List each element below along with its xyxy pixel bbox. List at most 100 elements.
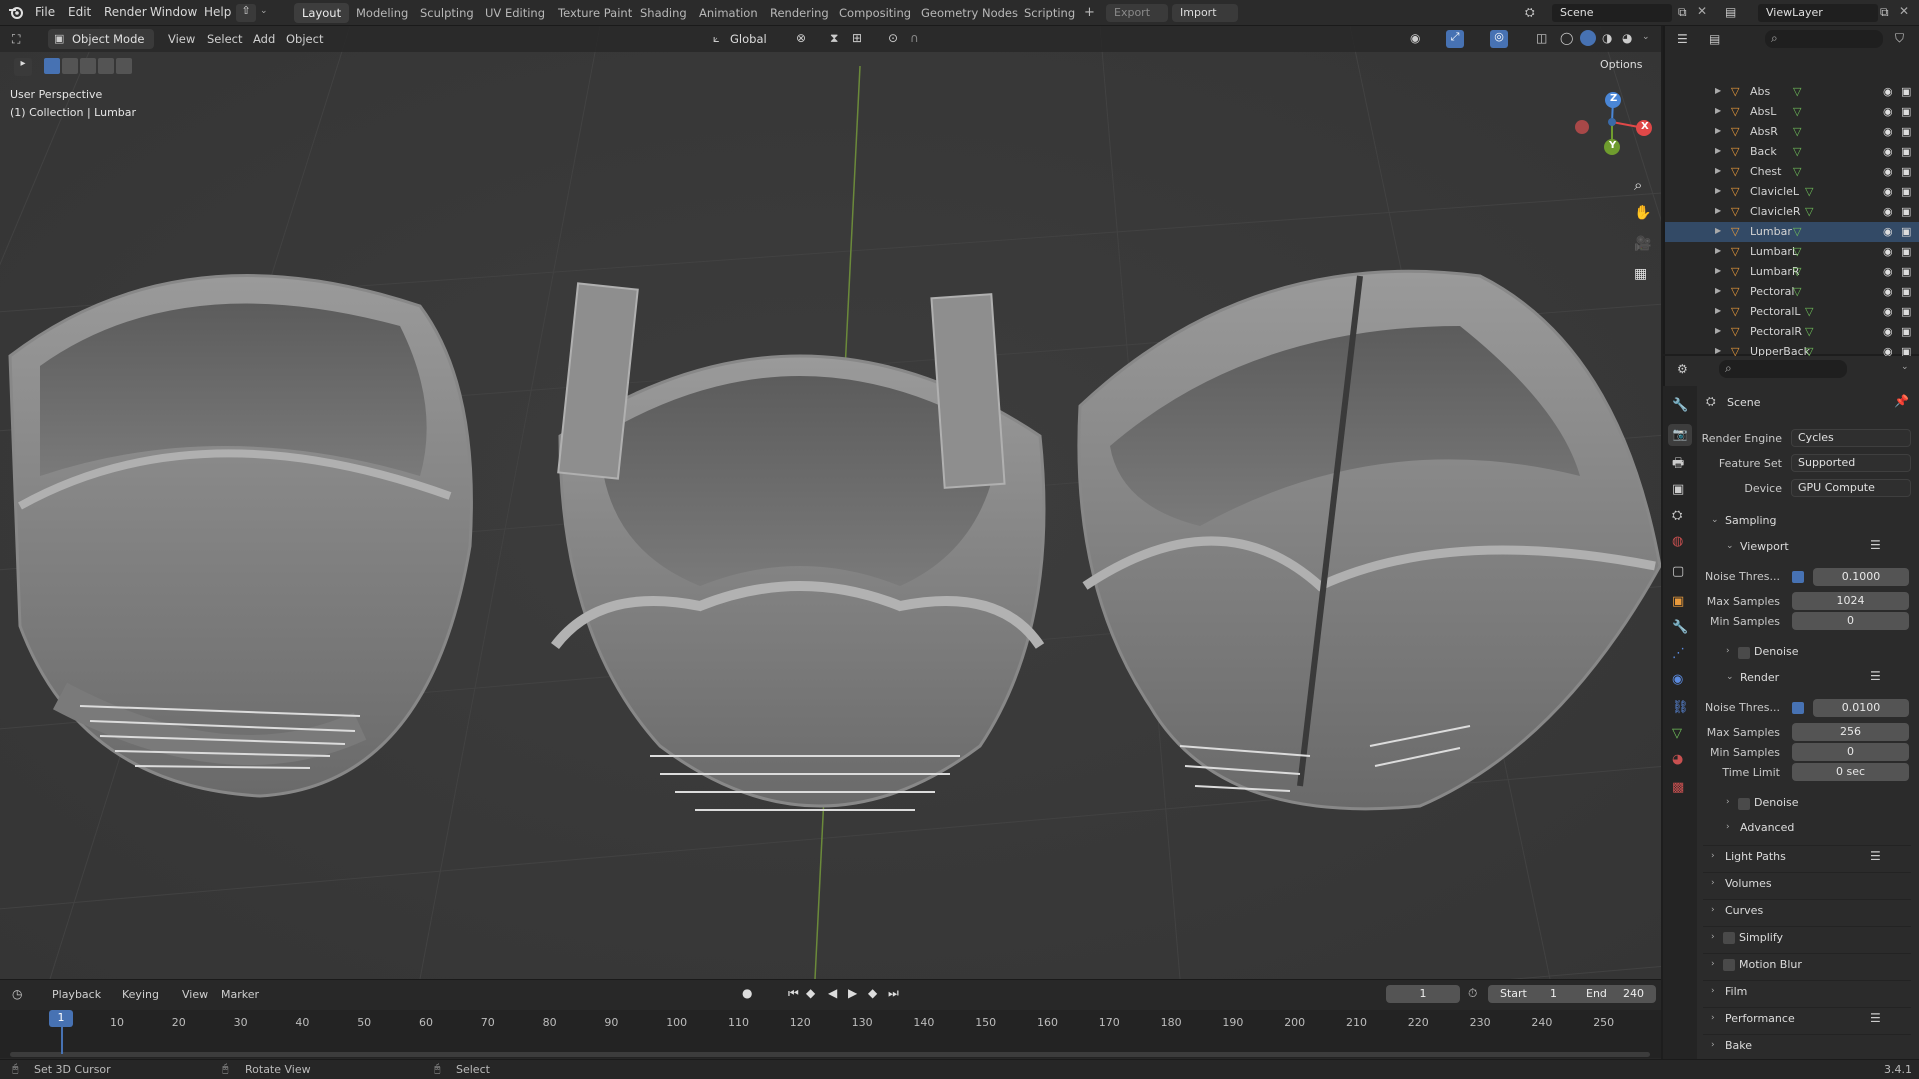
jump-end-icon[interactable]: ⏭ [888,986,899,1001]
camera-icon[interactable]: ▣ [1901,305,1911,318]
scene-tab-icon[interactable]: ⛭ [1672,508,1682,523]
menu-view[interactable]: View [168,32,195,46]
viewport-noise-field[interactable]: 0.1000 [1813,568,1909,586]
mesh-data-icon[interactable]: ▽ [1805,325,1813,338]
menu-timeline-view[interactable]: View [182,988,208,1001]
mesh-data-icon[interactable]: ▽ [1793,165,1801,178]
mesh-data-icon[interactable]: ▽ [1793,245,1801,258]
view-layer-selector[interactable]: ViewLayer [1758,4,1878,22]
expand-arrow-icon[interactable]: ▶ [1715,246,1721,255]
rendered-shading-icon[interactable]: ◕ [1622,31,1632,45]
menu-help[interactable]: Help [204,5,231,19]
camera-icon[interactable]: ▣ [1901,125,1911,138]
menu-file[interactable]: File [35,5,55,19]
select-mode-new-icon[interactable] [44,58,60,74]
outliner-item[interactable]: ▶ ▽ ClavicleR ▽ ◉ ▣ [1665,202,1919,222]
navigation-gizmo[interactable]: X Z Y [1568,92,1652,172]
render-noise-checkbox[interactable] [1792,702,1804,714]
play-reverse-icon[interactable]: ◀ [828,986,837,1000]
properties-editor-icon[interactable]: ⚙ [1677,362,1688,376]
expand-arrow-icon[interactable]: ▶ [1715,106,1721,115]
panel-curves[interactable]: › Curves [1703,899,1911,921]
tool-tab-icon[interactable]: 🔧 [1672,398,1688,413]
eye-icon[interactable]: ◉ [1883,265,1893,278]
panel-bake[interactable]: › Bake [1703,1034,1911,1056]
eye-icon[interactable]: ◉ [1883,85,1893,98]
proportional-edit-icon[interactable]: ⊙ [888,31,898,45]
viewport-denoise-checkbox[interactable] [1738,647,1750,659]
eye-icon[interactable]: ◉ [1883,205,1893,218]
eye-icon[interactable]: ◉ [1883,245,1893,258]
armor-left[interactable] [8,274,473,798]
mesh-data-icon[interactable]: ▽ [1793,105,1801,118]
viewport-denoise-header[interactable]: › Denoise [1718,643,1908,663]
camera-icon[interactable]: ▣ [1901,145,1911,158]
outliner-item[interactable]: ▶ ▽ AbsR ▽ ◉ ▣ [1665,122,1919,142]
camera-icon[interactable]: ▣ [1901,105,1911,118]
wireframe-shading-icon[interactable]: ◯ [1560,31,1573,45]
current-frame-field[interactable]: 1 [1386,985,1460,1003]
expand-arrow-icon[interactable]: ▶ [1715,346,1721,355]
outliner-item[interactable]: ▶ ▽ Back ▽ ◉ ▣ [1665,142,1919,162]
panel-light-paths[interactable]: › Light Paths ☰ [1703,845,1911,867]
playhead-marker[interactable]: 1 [49,1010,73,1027]
panel-simplify[interactable]: › Simplify [1703,926,1911,948]
outliner-search-input[interactable] [1765,30,1883,48]
list-icon[interactable]: ☰ [1870,849,1881,863]
view-layer-tab-icon[interactable]: ▣ [1672,482,1684,497]
camera-icon[interactable]: ▣ [1901,285,1911,298]
particles-tab-icon[interactable]: ⋰ [1672,646,1685,661]
editor-type-icon[interactable]: ⛶ [12,32,20,47]
outliner-item[interactable]: ▶ ▽ Lumbar ▽ ◉ ▣ [1665,222,1919,242]
world-tab-icon[interactable]: ◍ [1672,534,1683,549]
stopwatch-icon[interactable]: ⏱ [1468,986,1477,1001]
camera-icon[interactable]: ▣ [1901,165,1911,178]
eye-icon[interactable]: ◉ [1883,145,1893,158]
zoom-icon[interactable]: ⌕ [1634,176,1642,194]
record-icon[interactable]: ● [742,986,752,1000]
select-mode-extend-icon[interactable] [62,58,78,74]
camera-icon[interactable]: ▣ [1901,265,1911,278]
camera-view-icon[interactable]: 🎥 [1634,236,1651,252]
3d-viewport[interactable] [0,26,1661,979]
mesh-data-icon[interactable]: ▽ [1793,85,1801,98]
outliner-item[interactable]: ▶ ▽ Abs ▽ ◉ ▣ [1665,82,1919,102]
outliner-item[interactable]: ▶ ▽ ClavicleL ▽ ◉ ▣ [1665,182,1919,202]
select-mode-invert-icon[interactable] [98,58,114,74]
menu-keying[interactable]: Keying [122,988,159,1001]
snap-icon[interactable]: ⧗ [830,31,838,46]
overlays-icon[interactable]: ◎ [1490,30,1508,48]
render-min-samples-field[interactable]: 0 [1792,743,1909,761]
panel-enable-checkbox[interactable] [1723,932,1735,944]
menu-select[interactable]: Select [207,32,242,46]
eye-icon[interactable]: ◉ [1883,325,1893,338]
scene-selector[interactable]: Scene [1552,4,1672,22]
pin-icon[interactable]: 📌 [1894,394,1909,408]
expand-arrow-icon[interactable]: ▶ [1715,266,1721,275]
render-denoise-header[interactable]: › Denoise [1718,794,1908,814]
camera-icon[interactable]: ▣ [1901,205,1911,218]
outliner-item[interactable]: ▶ ▽ Chest ▽ ◉ ▣ [1665,162,1919,182]
render-denoise-checkbox[interactable] [1738,798,1750,810]
upload-icon[interactable]: ⇧ [236,4,256,22]
sampling-panel-header[interactable]: ⌄ Sampling [1703,510,1911,532]
snap-increment-icon[interactable]: ⊞ [852,31,862,45]
material-shading-icon[interactable]: ◑ [1602,31,1612,45]
eye-icon[interactable]: ◉ [1883,225,1893,238]
eye-icon[interactable]: ◉ [1883,305,1893,318]
options-dropdown[interactable]: Options [1600,58,1642,71]
tab-compositing[interactable]: Compositing [831,3,919,23]
play-icon[interactable]: ▶ [848,986,857,1000]
physics-tab-icon[interactable]: ◉ [1672,672,1683,687]
render-engine-select[interactable]: Cycles [1791,429,1911,447]
mesh-data-icon[interactable]: ▽ [1793,145,1801,158]
feature-set-select[interactable]: Supported [1791,454,1911,472]
tab-shading[interactable]: Shading [632,3,695,23]
menu-object[interactable]: Object [286,32,323,46]
eye-icon[interactable]: ◉ [1883,105,1893,118]
list-icon[interactable]: ☰ [1870,1011,1881,1025]
view-layer-icon[interactable]: ▤ [1725,5,1736,19]
xray-icon[interactable]: ◫ [1536,31,1547,45]
time-limit-field[interactable]: 0 sec [1792,763,1909,781]
mesh-data-icon[interactable]: ▽ [1793,265,1801,278]
